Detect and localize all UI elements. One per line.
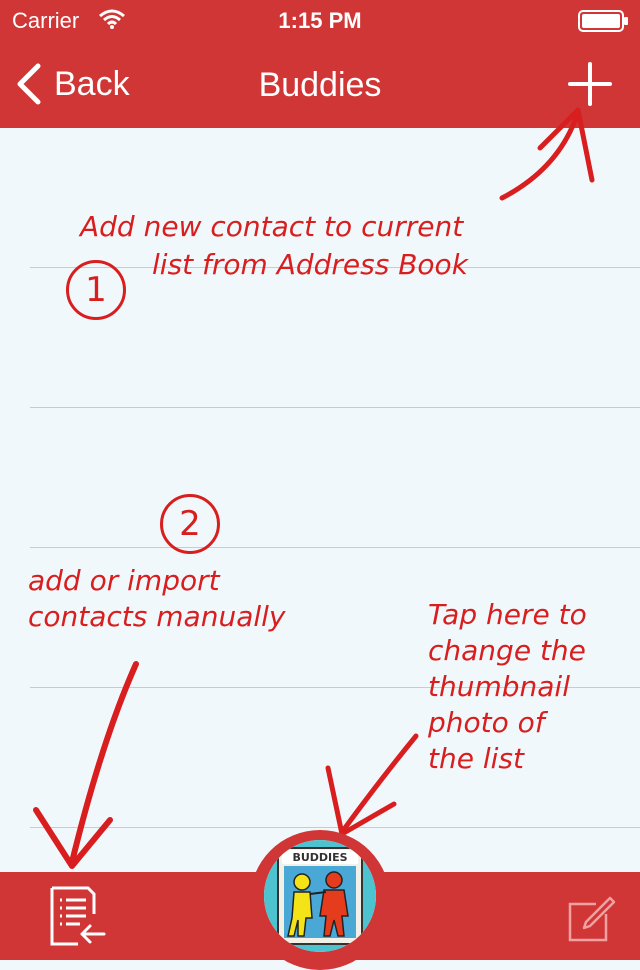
list-row-divider [30,547,640,548]
annotation-import-line1: add or import [28,564,220,597]
list-thumbnail-button[interactable]: BUDDIES [264,840,376,952]
list-row-divider [30,407,640,408]
clock-label: 1:15 PM [278,8,362,33]
annotation-thumbnail-line5: the list [428,742,524,775]
step-two-badge: 2 [160,494,220,554]
import-contacts-icon[interactable] [48,884,106,948]
status-bar: Carrier 1:15 PM [0,0,640,40]
annotation-thumbnail-line4: photo of [428,706,545,739]
annotation-import-line2: contacts manually [28,600,286,633]
thumbnail-caption: BUDDIES [292,851,347,864]
navigation-bar: Back Buddies [0,40,640,128]
annotation-thumbnail-line3: thumbnail [428,670,570,703]
plus-icon[interactable] [566,60,614,108]
annotation-thumbnail-line2: change the [428,634,586,667]
step-one-badge: 1 [66,260,126,320]
annotation-add-contact-line2: list from Address Book [152,248,468,281]
list-row-divider [30,827,640,828]
battery-icon [578,10,630,37]
annotation-thumbnail-line1: Tap here to [428,598,587,631]
list-thumbnail-image: BUDDIES [264,840,376,952]
page-title: Buddies [258,66,382,104]
annotation-add-contact-line1: Add new contact to current [80,210,464,243]
compose-icon[interactable] [566,894,616,944]
